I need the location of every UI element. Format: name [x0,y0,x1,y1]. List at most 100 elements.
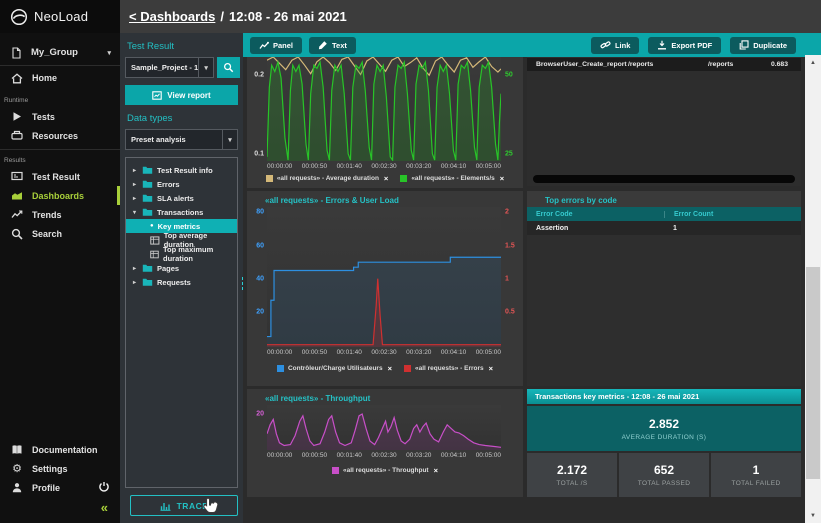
legend-remove-button[interactable]: × [388,364,392,373]
sidebar-bottom: Documentation ⚙ Settings Profile « [0,440,120,517]
home-icon [11,73,23,84]
duplicate-label: Duplicate [753,41,787,50]
legend-color-swatch [277,365,284,372]
chevron-down-icon: ▾ [198,58,213,77]
panel-chart-icon [259,41,269,50]
collapse-sidebar-button[interactable]: « [101,500,108,515]
top-errors-panel[interactable]: Top errors by code Error Code Error Coun… [527,191,801,386]
folder-icon [142,277,153,287]
sidebar: My_Group ▾ Home Runtime Tests Resources … [0,33,120,523]
tree-item-requests[interactable]: ▸ Requests [126,275,237,289]
legend-remove-button[interactable]: × [434,466,438,475]
x-tick-label: 00:00:00 [267,349,292,356]
add-panel-button[interactable]: Panel [250,37,302,54]
add-text-button[interactable]: Text [309,37,356,54]
x-tick-label: 00:04:10 [441,349,466,356]
legend-label: «all requests» - Average duration [277,175,379,182]
tree-item-pages[interactable]: ▸ Pages [126,261,237,275]
sidebar-item-label: Settings [32,464,68,474]
view-report-button[interactable]: View report [125,85,238,105]
scroll-up-arrow[interactable]: ▲ [805,55,821,70]
vertical-scrollbar[interactable]: ▲ ▼ [805,55,821,523]
sidebar-item-label: Test Result [32,172,80,182]
collapsed-arrow-icon[interactable]: ▸ [131,265,138,272]
sidebar-item-tests[interactable]: Tests [0,107,120,126]
collapsed-arrow-icon[interactable]: ▸ [131,279,138,286]
project-select-value: Sample_Project - 1 [126,63,198,72]
sidebar-item-home[interactable]: Home [0,66,120,90]
x-tick-label: 00:00:00 [267,163,292,170]
column-header-error-count[interactable]: Error Count [664,211,801,218]
sidebar-item-search[interactable]: Search [0,224,120,243]
trace-button[interactable]: TRACE [130,495,238,516]
line-chart [267,405,501,450]
data-types-tree: ▸ Test Result info ▸ Errors ▸ SLA alerts… [125,157,238,488]
project-search-button[interactable] [217,57,240,78]
requests-table-panel[interactable]: BrowserUser_Create_report /reports /repo… [527,57,801,186]
sidebar-item-settings[interactable]: ⚙ Settings [0,459,120,478]
chart-plot-area [267,207,501,347]
key-metrics-panel[interactable]: Transactions key metrics - 12:08 - 26 ma… [527,389,801,497]
sidebar-item-documentation[interactable]: Documentation [0,440,120,459]
chart-panel-average-duration[interactable]: 0.20.1 5025 00:00:0000:00:5000:01:4000:0… [247,57,523,188]
group-selector[interactable]: My_Group ▾ [0,40,120,66]
collapsed-arrow-icon[interactable]: ▸ [131,167,138,174]
sidebar-item-trends[interactable]: Trends [0,205,120,224]
legend-item: Contrôleur/Charge Utilisateurs× [277,364,392,373]
table-row[interactable]: BrowserUser_Create_report /reports /repo… [527,58,801,71]
chart-legend: Contrôleur/Charge Utilisateurs×«all requ… [247,356,523,373]
tree-item-top-maximum-duration[interactable]: Top maximum duration [126,247,237,261]
logout-power-icon[interactable] [98,481,110,494]
duplicate-button[interactable]: Duplicate [730,37,796,54]
trends-icon [11,209,23,220]
tree-item-transactions[interactable]: ▾ Transactions [126,205,237,219]
x-tick-label: 00:02:30 [371,452,396,459]
legend-item: «all requests» - Average duration × [266,174,389,183]
y-tick-label: 60 [256,242,264,249]
tree-item-test-result-info[interactable]: ▸ Test Result info [126,163,237,177]
data-types-label: Data types [120,105,243,129]
tree-item-label: Errors [157,180,180,189]
legend-remove-button[interactable]: × [384,174,388,183]
legend-remove-button[interactable]: × [489,364,493,373]
export-pdf-button[interactable]: Export PDF [648,37,721,54]
collapsed-arrow-icon[interactable]: ▸ [131,181,138,188]
table-row[interactable]: Assertion 1 [527,221,801,235]
group-label: My_Group [31,47,78,58]
tree-item-errors[interactable]: ▸ Errors [126,177,237,191]
metric-value: 1 [753,463,760,477]
chart-panel-throughput[interactable]: «all requests» - Throughput 20 00:00:000… [247,389,523,497]
link-button[interactable]: Link [591,37,639,54]
sidebar-item-resources[interactable]: Resources [0,126,120,145]
breadcrumb-dashboards[interactable]: < Dashboards [129,9,215,24]
x-tick-label: 00:02:30 [371,349,396,356]
documentation-icon [11,444,23,455]
folder-icon [142,263,153,273]
resources-icon [11,130,23,141]
collapsed-arrow-icon[interactable]: ▸ [131,195,138,202]
chart-panel-errors-user-load[interactable]: «all requests» - Errors & User Load 8060… [247,191,523,386]
neoload-logo: NeoLoad [0,0,120,33]
scroll-down-arrow[interactable]: ▼ [805,508,821,523]
column-header-error-code[interactable]: Error Code [527,211,664,218]
sidebar-item-dashboards[interactable]: Dashboards [0,186,120,205]
trace-button-label: TRACE [177,501,209,511]
profile-icon [11,482,23,493]
legend-remove-button[interactable]: × [500,174,504,183]
project-select[interactable]: Sample_Project - 1 ▾ [125,57,214,78]
scrollbar-thumb[interactable] [806,267,820,479]
sidebar-item-label: Home [32,73,57,83]
tree-item-sla-alerts[interactable]: ▸ SLA alerts [126,191,237,205]
request-path-cell: /reports [628,61,708,68]
sidebar-item-test-result[interactable]: Test Result [0,167,120,186]
expanded-arrow-icon[interactable]: ▾ [131,209,138,216]
folder-open-icon [142,207,153,217]
metric-value: 652 [654,463,674,477]
sidebar-item-profile[interactable]: Profile [0,478,120,497]
horizontal-scrollbar[interactable] [533,175,795,183]
preset-select-value: Preset analysis [126,135,222,144]
line-chart [267,207,501,347]
x-tick-label: 00:03:20 [406,349,431,356]
x-tick-label: 00:01:40 [337,349,362,356]
preset-analysis-select[interactable]: Preset analysis ▾ [125,129,238,150]
